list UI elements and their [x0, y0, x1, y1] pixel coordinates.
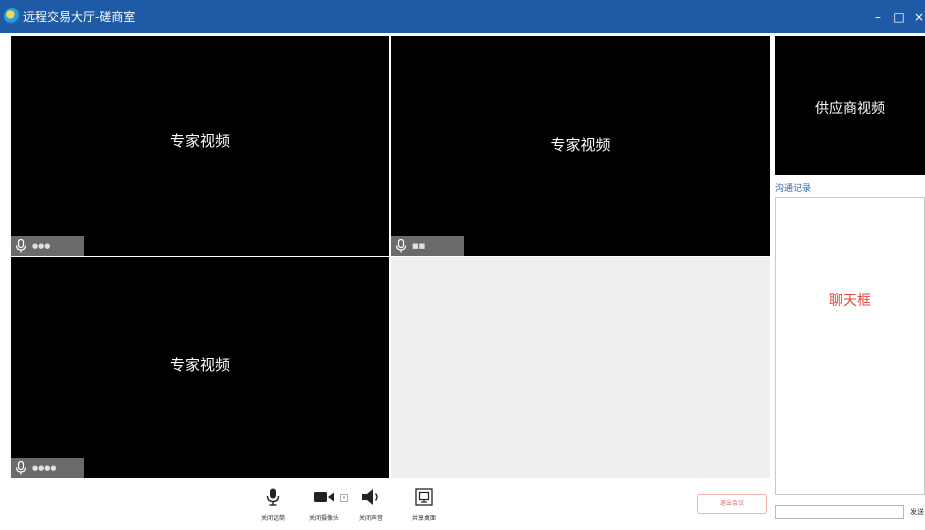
empty-video-slot — [391, 257, 770, 478]
expert-video-label: 专家视频 — [550, 136, 611, 154]
share-screen-icon — [415, 488, 433, 506]
minimize-button[interactable]: – — [869, 8, 887, 26]
participant-name-bar: ●●● — [11, 236, 84, 256]
chat-section-label: 沟通记录 — [775, 184, 812, 194]
participant-name-bar: ●●●● — [11, 458, 84, 478]
send-button[interactable]: 发送 — [910, 507, 924, 517]
sound-label: 关闭声音 — [358, 515, 383, 522]
participant-name: ●●● — [32, 242, 51, 250]
share-screen-button[interactable]: 共享桌面 — [397, 488, 451, 522]
expert-video-3: 专家视频 ●●●● — [11, 257, 389, 478]
supplier-video-label: 供应商视频 — [815, 101, 885, 117]
mute-mic-label: 关闭话筒 — [260, 515, 285, 522]
participant-name: ■■ — [412, 242, 426, 250]
chat-log[interactable]: 聊天框 — [775, 197, 925, 495]
exit-meeting-button[interactable]: 退出会议 — [697, 494, 767, 514]
microphone-icon — [395, 239, 407, 253]
window-title: 远程交易大厅-磋商室 — [23, 10, 136, 24]
expert-video-label: 专家视频 — [169, 356, 230, 374]
microphone-icon — [15, 461, 27, 475]
share-screen-label: 共享桌面 — [411, 515, 436, 522]
participant-name: ●●●● — [32, 464, 57, 472]
app-logo-icon — [4, 8, 20, 24]
camera-label: 关闭摄像头 — [308, 515, 339, 522]
speaker-icon — [362, 489, 378, 505]
expert-video-1: 专家视频 ●●● — [11, 36, 389, 256]
expert-video-label: 专家视频 — [169, 132, 230, 150]
microphone-icon — [15, 239, 27, 253]
title-bar: 远程交易大厅-磋商室 – □ × — [0, 0, 925, 33]
camera-icon — [314, 492, 334, 502]
expert-video-2: 专家视频 ■■ — [391, 36, 770, 256]
chat-input[interactable] — [775, 505, 904, 519]
sound-button[interactable]: 关闭声音 — [344, 488, 398, 522]
maximize-button[interactable]: □ — [890, 8, 908, 26]
supplier-video: 供应商视频 — [775, 36, 925, 175]
mute-mic-button[interactable]: 关闭话筒 — [246, 488, 300, 522]
close-button[interactable]: × — [910, 8, 925, 26]
microphone-icon — [266, 488, 280, 506]
participant-name-bar: ■■ — [391, 236, 464, 256]
chat-placeholder: 聊天框 — [829, 293, 871, 309]
